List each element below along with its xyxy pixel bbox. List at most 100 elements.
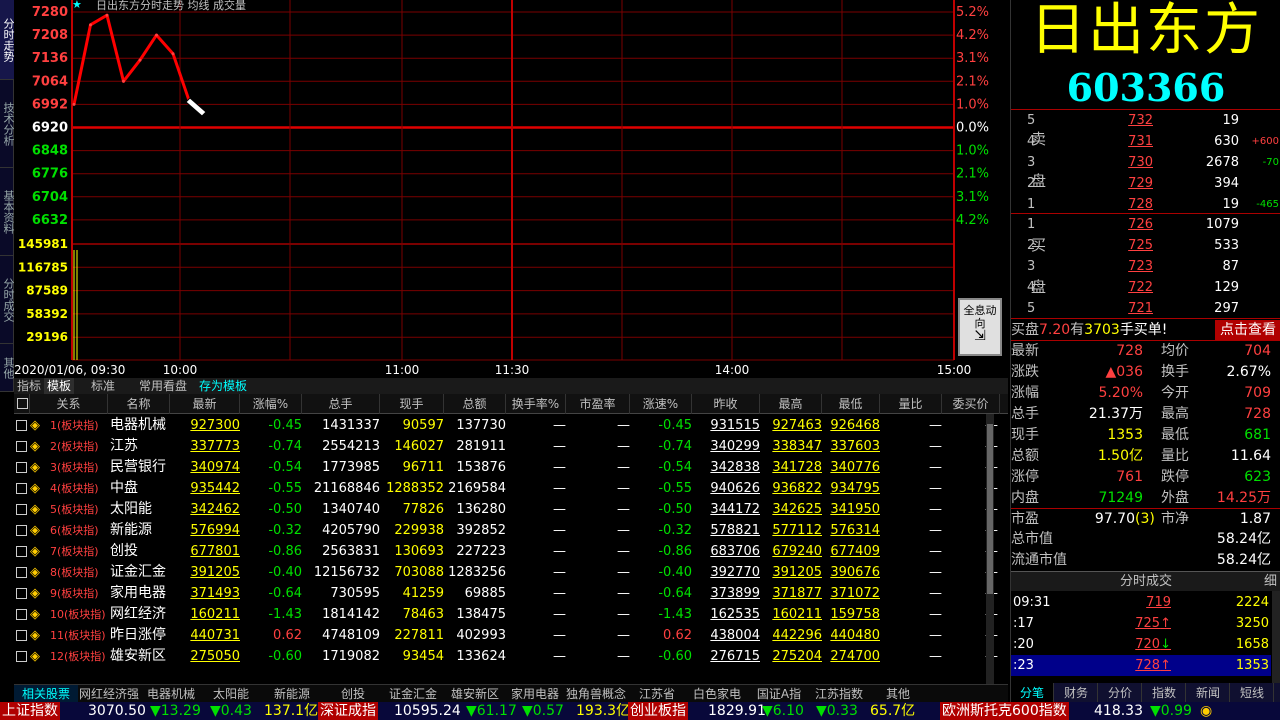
sector-tab[interactable]: 新能源	[260, 685, 324, 703]
view-orders-button[interactable]: 点击查看	[1215, 320, 1280, 340]
panel-tab[interactable]: 分价	[1099, 683, 1142, 703]
row-name[interactable]: 雄安新区	[110, 646, 166, 667]
table-scrollbar[interactable]	[986, 414, 994, 684]
row-name[interactable]: 江苏	[110, 436, 138, 457]
row-name[interactable]: 创投	[110, 541, 138, 562]
index-name[interactable]: 创业板指	[628, 702, 688, 720]
header-current-volume[interactable]: 现手	[380, 394, 444, 414]
header-relation[interactable]: 关系	[30, 394, 108, 414]
index-name[interactable]: 欧洲斯托克600指数	[940, 702, 1069, 720]
header-high[interactable]: 最高	[760, 394, 822, 414]
panel-tab[interactable]: 分笔	[1011, 683, 1054, 703]
header-total-volume[interactable]: 总手	[302, 394, 380, 414]
row-checkbox[interactable]	[16, 525, 27, 536]
header-last[interactable]: 最新	[170, 394, 240, 414]
tab-template[interactable]: 模板	[44, 378, 75, 394]
panel-tab[interactable]: 指数	[1143, 683, 1186, 703]
index-name[interactable]: 深证成指	[318, 702, 378, 720]
row-checkbox[interactable]	[16, 546, 27, 557]
bid-row[interactable]: 2 725 533	[1011, 235, 1280, 256]
sector-tab[interactable]: 网红经济强	[78, 685, 140, 703]
ticks-detail-button[interactable]: 细	[1264, 572, 1277, 592]
header-amount[interactable]: 总额	[444, 394, 506, 414]
panel-tab[interactable]: 短线	[1231, 683, 1274, 703]
table-row[interactable]: ◈ 2(板块指) 江苏 337773 -0.74 2554213 146027 281911—…	[14, 436, 1004, 457]
tab-common-view[interactable]: 常用看盘	[136, 378, 190, 394]
row-checkbox[interactable]	[16, 441, 27, 452]
sector-tab[interactable]: 相关股票	[14, 685, 78, 703]
table-row[interactable]: ◈ 3(板块指) 民营银行 340974 -0.54 1773985 96711 153876…	[14, 457, 1004, 478]
row-checkbox[interactable]	[16, 483, 27, 494]
sector-tab[interactable]: 雄安新区	[444, 685, 506, 703]
header-bid-price[interactable]: 委买价	[942, 394, 1000, 414]
table-row[interactable]: ◈ 4(板块指) 中盘 935442 -0.55 21168846 1288352 21695…	[14, 478, 1004, 499]
tick-row[interactable]: 09:31 719 2224	[1011, 592, 1271, 613]
sector-tab[interactable]: 独角兽概念	[564, 685, 628, 703]
tab-indicator[interactable]: 指标	[14, 378, 44, 394]
header-name[interactable]: 名称	[108, 394, 170, 414]
ask-row[interactable]: 2 729 394	[1011, 173, 1280, 194]
table-row[interactable]: ◈ 10(板块指) 网红经济 160211 -1.43 1814142 78463 13847…	[14, 604, 1004, 625]
sector-tab[interactable]: 家用电器	[506, 685, 564, 703]
sector-tab[interactable]: 白色家电	[686, 685, 748, 703]
ask-row[interactable]: 1 728 19 -465	[1011, 194, 1280, 215]
header-prev-close[interactable]: 昨收	[692, 394, 760, 414]
table-row[interactable]: ◈ 6(板块指) 新能源 576994 -0.32 4205790 229938 392852…	[14, 520, 1004, 541]
row-checkbox[interactable]	[16, 504, 27, 515]
sector-tab[interactable]: 太阳能	[202, 685, 260, 703]
row-checkbox[interactable]	[16, 462, 27, 473]
sector-tab[interactable]: 电器机械	[140, 685, 202, 703]
scrollbar-thumb[interactable]	[987, 424, 993, 594]
full-info-button[interactable]: 全息动向 ⇲	[958, 298, 1002, 356]
table-row[interactable]: ◈ 12(板块指) 雄安新区 275050 -0.60 1719082 93454 13362…	[14, 646, 1004, 667]
header-volume-ratio[interactable]: 量比	[880, 394, 942, 414]
row-name[interactable]: 民营银行	[110, 457, 166, 478]
tab-standard[interactable]: 标准	[88, 378, 118, 394]
sector-tab[interactable]: 创投	[324, 685, 382, 703]
sector-tab[interactable]: 证金汇金	[382, 685, 444, 703]
panel-tab[interactable]: 新闻	[1187, 683, 1230, 703]
index-name[interactable]: 上证指数	[0, 702, 60, 720]
row-name[interactable]: 昨日涨停	[110, 625, 166, 646]
row-checkbox[interactable]	[16, 651, 27, 662]
table-row[interactable]: ◈ 11(板块指) 昨日涨停 440731 0.62 4748109 227811 40299…	[14, 625, 1004, 646]
side-tab-technical[interactable]: 技术分析	[0, 80, 15, 168]
row-name[interactable]: 网红经济	[110, 604, 166, 625]
bid-row[interactable]: 3 723 87	[1011, 256, 1280, 277]
row-checkbox[interactable]	[16, 567, 27, 578]
header-change-pct[interactable]: 涨幅%	[240, 394, 302, 414]
bid-row[interactable]: 1 726 1079	[1011, 214, 1280, 235]
header-speed[interactable]: 涨速%	[630, 394, 692, 414]
sector-tab[interactable]: 江苏指数	[810, 685, 868, 703]
row-name[interactable]: 中盘	[110, 478, 138, 499]
row-checkbox[interactable]	[16, 588, 27, 599]
save-template-button[interactable]: 存为模板	[196, 378, 250, 394]
bid-row[interactable]: 4 722 129	[1011, 277, 1280, 298]
row-name[interactable]: 太阳能	[110, 499, 152, 520]
row-name[interactable]: 家用电器	[110, 583, 166, 604]
side-tab-intraday[interactable]: 分时走势	[0, 0, 15, 80]
bid-row[interactable]: 5 721 297	[1011, 298, 1280, 319]
sector-tab[interactable]: 江苏省	[628, 685, 686, 703]
intraday-chart[interactable]: 7280 7208 7136 7064 6992 6920 6848 6776 6704 6632…	[14, 0, 1008, 378]
ticks-scrollbar[interactable]	[1272, 591, 1280, 683]
table-row[interactable]: ◈ 7(板块指) 创投 677801 -0.86 2563831 130693 227223—…	[14, 541, 1004, 562]
ask-row[interactable]: 4 731 630 +600	[1011, 131, 1280, 152]
row-name[interactable]: 新能源	[110, 520, 152, 541]
sector-tab[interactable]: 其他	[868, 685, 928, 703]
sector-tab[interactable]: 国证A指	[748, 685, 810, 703]
row-checkbox[interactable]	[16, 420, 27, 431]
panel-tab[interactable]: 财务	[1055, 683, 1098, 703]
side-tab-fundamentals[interactable]: 基本资料	[0, 168, 15, 256]
row-name[interactable]: 电器机械	[110, 415, 166, 436]
side-tab-ticks[interactable]: 分时成交	[0, 256, 15, 344]
tick-row[interactable]: :17 725↑ 3250	[1011, 613, 1271, 634]
table-row[interactable]: ◈ 8(板块指) 证金汇金 391205 -0.40 12156732 703088 1283…	[14, 562, 1004, 583]
side-tab-other[interactable]: 其他	[0, 344, 15, 392]
header-pe[interactable]: 市盈率	[566, 394, 630, 414]
ask-row[interactable]: 3 730 2678 -70	[1011, 152, 1280, 173]
row-checkbox[interactable]	[16, 609, 27, 620]
row-name[interactable]: 证金汇金	[110, 562, 166, 583]
table-row[interactable]: ◈ 9(板块指) 家用电器 371493 -0.64 730595 41259 69885— —…	[14, 583, 1004, 604]
table-row[interactable]: ◈ 5(板块指) 太阳能 342462 -0.50 1340740 77826 136280—…	[14, 499, 1004, 520]
